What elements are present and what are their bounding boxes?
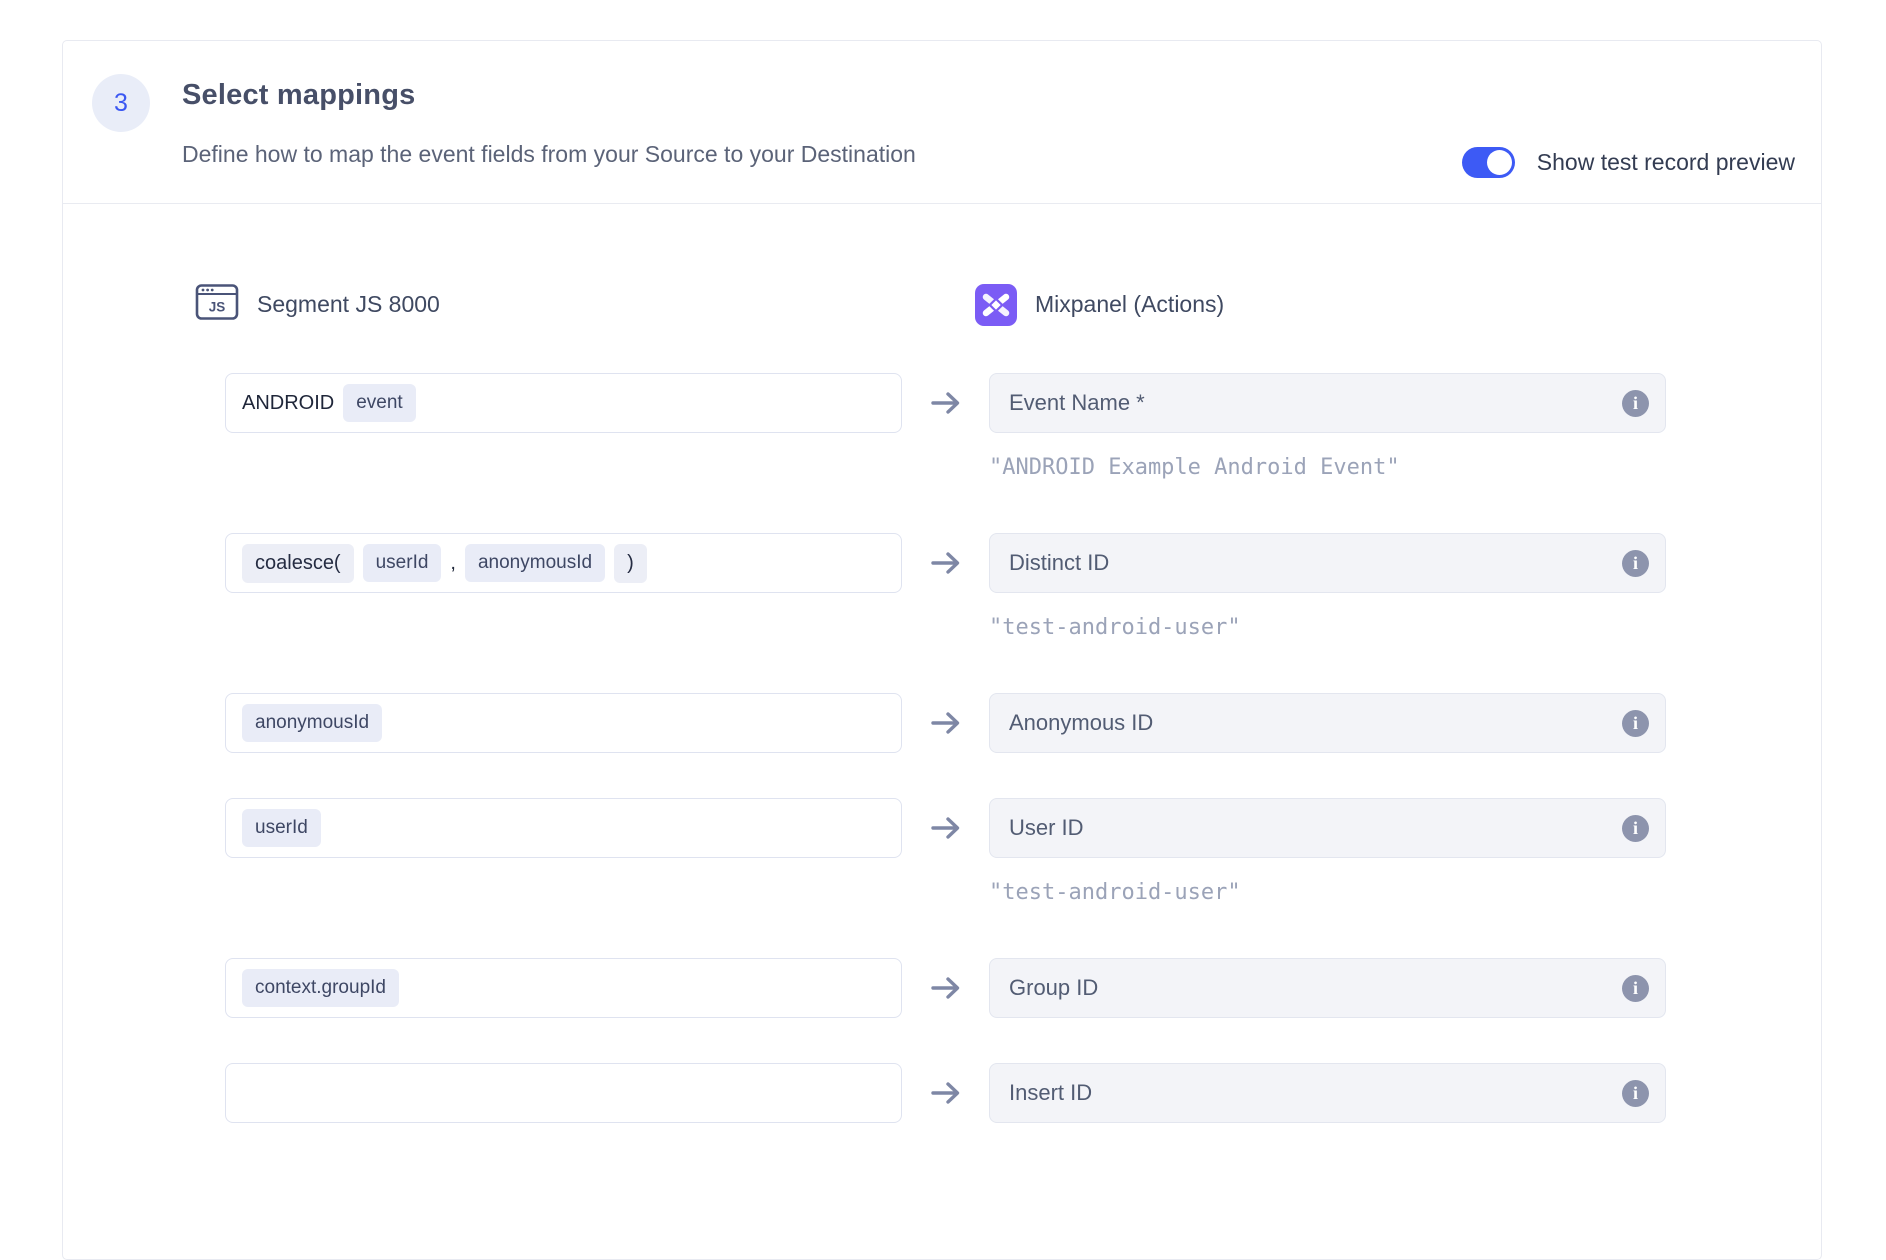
mixpanel-icon bbox=[975, 284, 1017, 326]
mapping-row: Insert ID i bbox=[225, 1063, 1664, 1123]
arrow-right-icon bbox=[902, 693, 989, 753]
page-title: Select mappings bbox=[182, 79, 415, 112]
arrow-right-icon bbox=[902, 533, 989, 593]
test-preview-value: "ANDROID Example Android Event" bbox=[989, 455, 1400, 480]
info-icon[interactable]: i bbox=[1622, 390, 1649, 417]
card-header: 3 Select mappings Define how to map the … bbox=[63, 41, 1821, 204]
toggle-label: Show test record preview bbox=[1537, 149, 1795, 176]
dest-field-label: Anonymous ID bbox=[1009, 710, 1153, 736]
source-field-input[interactable]: context.groupId bbox=[225, 958, 902, 1018]
source-token-pill[interactable]: ) bbox=[614, 544, 647, 583]
source-field-input[interactable]: anonymousId bbox=[225, 693, 902, 753]
test-record-preview: "ANDROID Example Android Event" bbox=[989, 455, 1666, 480]
destination-field[interactable]: Insert ID i bbox=[989, 1063, 1666, 1123]
arrow-right-icon bbox=[902, 373, 989, 433]
dest-field-label: Distinct ID bbox=[1009, 550, 1109, 576]
mapping-row: ANDROID event Event Name * i "ANDROID Exa… bbox=[225, 373, 1664, 488]
source-field-input[interactable]: userId bbox=[225, 798, 902, 858]
source-token-pill[interactable]: event bbox=[343, 384, 415, 422]
destination-name: Mixpanel (Actions) bbox=[1035, 291, 1224, 318]
test-preview-value: "test-android-user" bbox=[989, 880, 1241, 905]
dest-field-label: Group ID bbox=[1009, 975, 1098, 1001]
svg-text:JS: JS bbox=[209, 300, 226, 315]
info-icon[interactable]: i bbox=[1622, 1080, 1649, 1107]
source-token-pill[interactable]: coalesce( bbox=[242, 544, 354, 583]
step-number-badge: 3 bbox=[92, 74, 150, 132]
destination-field[interactable]: Anonymous ID i bbox=[989, 693, 1666, 753]
source-token-pill[interactable]: anonymousId bbox=[242, 704, 382, 742]
info-icon[interactable]: i bbox=[1622, 550, 1649, 577]
source-field-input[interactable]: ANDROID event bbox=[225, 373, 902, 433]
page-subtitle: Define how to map the event fields from … bbox=[182, 141, 916, 168]
mappings-section: JS Segment JS 8000 Mixpanel (Actions) bbox=[63, 204, 1821, 1248]
show-test-record-toggle[interactable] bbox=[1462, 147, 1515, 178]
source-token-text: , bbox=[450, 552, 456, 575]
destination-field[interactable]: Event Name * i bbox=[989, 373, 1666, 433]
destination-field[interactable]: User ID i bbox=[989, 798, 1666, 858]
mapping-row: coalesce(userId, anonymousId) Distinct ID… bbox=[225, 533, 1664, 648]
mapping-row: anonymousId Anonymous ID i bbox=[225, 693, 1664, 753]
test-preview-value: "test-android-user" bbox=[989, 615, 1241, 640]
source-token-pill[interactable]: userId bbox=[363, 544, 442, 582]
dest-field-label: Event Name * bbox=[1009, 390, 1145, 416]
mapping-row: userId User ID i "test-android-user" bbox=[225, 798, 1664, 913]
mapping-rows: ANDROID event Event Name * i "ANDROID Exa… bbox=[225, 373, 1664, 1123]
source-token-text: ANDROID bbox=[242, 392, 334, 415]
info-icon[interactable]: i bbox=[1622, 710, 1649, 737]
info-icon[interactable]: i bbox=[1622, 975, 1649, 1002]
step-number: 3 bbox=[114, 89, 128, 118]
mapping-row: context.groupId Group ID i bbox=[225, 958, 1664, 1018]
arrow-right-icon bbox=[902, 798, 989, 858]
source-field-input[interactable] bbox=[225, 1063, 902, 1123]
test-record-preview: "test-android-user" bbox=[989, 615, 1666, 640]
arrow-right-icon bbox=[902, 1063, 989, 1123]
source-field-input[interactable]: coalesce(userId, anonymousId) bbox=[225, 533, 902, 593]
source-header: JS Segment JS 8000 bbox=[195, 280, 872, 329]
js-browser-icon: JS bbox=[195, 280, 239, 329]
test-record-preview: "test-android-user" bbox=[989, 880, 1666, 905]
test-record-toggle-group: Show test record preview bbox=[1462, 145, 1795, 179]
source-name: Segment JS 8000 bbox=[257, 291, 440, 318]
dest-field-label: User ID bbox=[1009, 815, 1084, 841]
arrow-right-icon bbox=[902, 958, 989, 1018]
dest-field-label: Insert ID bbox=[1009, 1080, 1092, 1106]
destination-header: Mixpanel (Actions) bbox=[975, 284, 1652, 326]
source-token-pill[interactable]: userId bbox=[242, 809, 321, 847]
select-mappings-card: 3 Select mappings Define how to map the … bbox=[62, 40, 1822, 1260]
connections-header: JS Segment JS 8000 Mixpanel (Actions) bbox=[225, 280, 1664, 329]
source-token-pill[interactable]: context.groupId bbox=[242, 969, 399, 1007]
toggle-knob bbox=[1487, 150, 1512, 175]
info-icon[interactable]: i bbox=[1622, 815, 1649, 842]
source-token-pill[interactable]: anonymousId bbox=[465, 544, 605, 582]
destination-field[interactable]: Distinct ID i bbox=[989, 533, 1666, 593]
destination-field[interactable]: Group ID i bbox=[989, 958, 1666, 1018]
